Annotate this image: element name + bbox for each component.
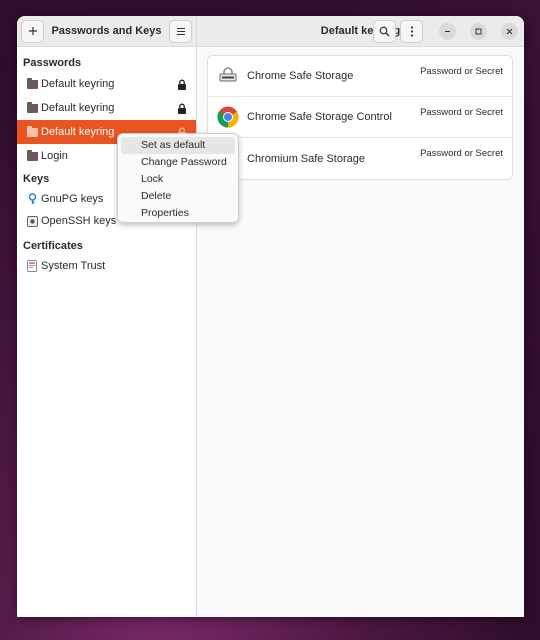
keyring-item-list: Chrome Safe Storage Password or Secret C… — [207, 55, 513, 180]
menu-item-lock[interactable]: Lock — [121, 171, 235, 188]
main-menu-button[interactable] — [169, 19, 192, 43]
ssh-key-icon — [26, 215, 38, 227]
lock-icon[interactable] — [177, 79, 187, 90]
more-options-button[interactable] — [400, 19, 423, 43]
hamburger-icon — [176, 27, 185, 35]
keyring-password-icon — [217, 65, 239, 87]
plus-icon — [28, 27, 37, 35]
list-item[interactable]: Chrome Safe Storage Control Password or … — [208, 97, 512, 138]
maximize-icon — [475, 28, 482, 34]
context-menu: Set as default Change Password Lock Dele… — [117, 133, 239, 223]
main-content: Chrome Safe Storage Password or Secret C… — [197, 47, 524, 617]
sidebar-title: Passwords and Keys — [51, 25, 162, 37]
section-title-certificates: Certificates — [23, 240, 83, 252]
search-icon — [379, 26, 390, 36]
folder-icon — [26, 101, 38, 114]
search-button[interactable] — [373, 19, 396, 43]
menu-item-change-password[interactable]: Change Password — [121, 154, 235, 171]
sidebar-header: Passwords and Keys — [17, 16, 196, 47]
section-title-passwords: Passwords — [23, 57, 82, 69]
sidebar-item-default-keyring-2[interactable]: Default keyring — [17, 96, 196, 120]
close-button[interactable] — [501, 22, 518, 40]
item-type: Password or Secret — [420, 66, 503, 77]
sidebar: Passwords and Keys Passwords Default key… — [17, 16, 197, 617]
sidebar-item-system-trust[interactable]: System Trust — [17, 255, 196, 277]
app-window: Passwords and Keys Passwords Default key… — [17, 16, 524, 617]
minimize-icon — [445, 30, 450, 32]
folder-icon — [26, 125, 38, 138]
menu-item-delete[interactable]: Delete — [121, 188, 235, 205]
menu-item-properties[interactable]: Properties — [121, 205, 235, 222]
sidebar-item-label: System Trust — [41, 260, 106, 272]
add-button[interactable] — [21, 19, 44, 43]
close-icon — [506, 28, 513, 34]
maximize-button[interactable] — [470, 22, 487, 40]
menu-item-set-as-default[interactable]: Set as default — [121, 137, 235, 154]
item-type: Password or Secret — [420, 107, 503, 118]
folder-icon — [26, 149, 38, 162]
lock-icon[interactable] — [177, 103, 187, 114]
folder-icon — [26, 77, 38, 90]
sidebar-item-label: Default keyring — [41, 78, 115, 90]
kebab-menu-icon — [410, 25, 413, 37]
item-type: Password or Secret — [420, 148, 503, 159]
main-header: Default keyring — [197, 16, 524, 47]
gnupg-key-icon — [26, 193, 38, 205]
list-item[interactable]: Chrome Safe Storage Password or Secret — [208, 56, 512, 97]
list-item[interactable]: Chromium Safe Storage Password or Secret — [208, 138, 512, 179]
minimize-button[interactable] — [439, 22, 456, 40]
chrome-icon — [217, 106, 239, 128]
sidebar-item-default-keyring-1[interactable]: Default keyring — [17, 72, 196, 96]
sidebar-item-label: Default keyring — [41, 102, 115, 114]
certificate-icon — [26, 260, 38, 272]
